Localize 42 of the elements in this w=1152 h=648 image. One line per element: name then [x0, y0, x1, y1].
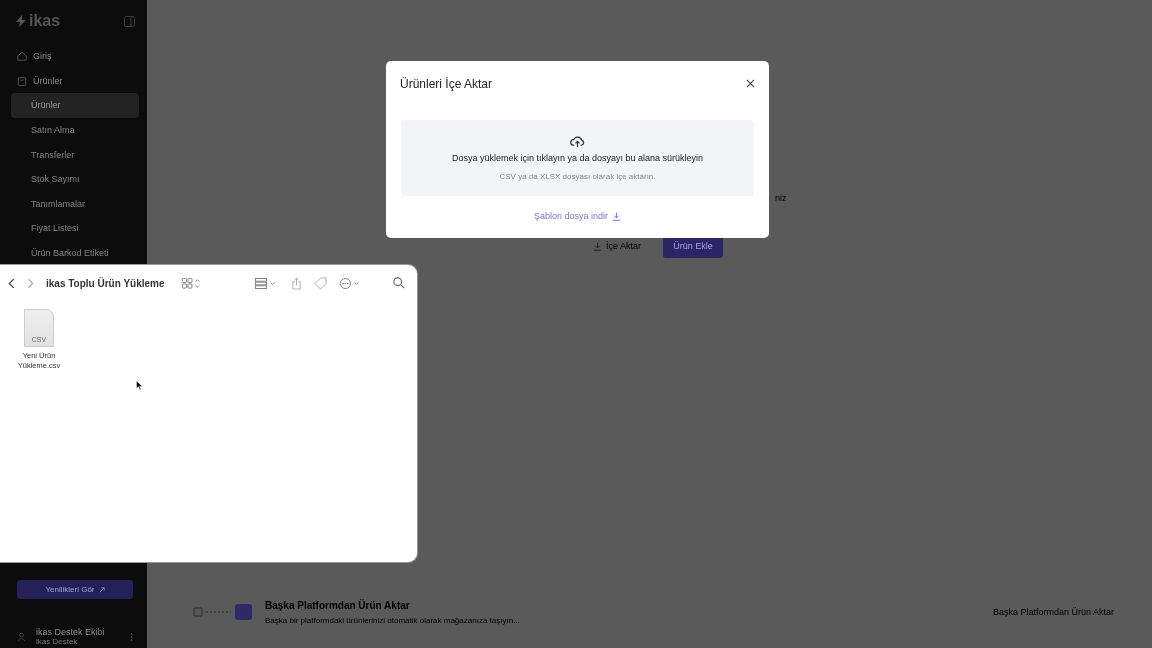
close-icon[interactable] [746, 79, 755, 88]
migration-title: Başka Platformdan Ürün Aktar [265, 599, 411, 611]
share-icon[interactable] [291, 276, 302, 290]
nav-subitem[interactable]: Tanımlamalar [11, 191, 139, 217]
download-icon [612, 211, 622, 221]
nav-item[interactable]: Ürünler [11, 68, 139, 94]
search-icon[interactable] [393, 277, 405, 289]
forward-button[interactable] [27, 277, 34, 289]
nav-subitem[interactable]: Ürünler [11, 93, 139, 118]
migration-drawing [193, 603, 253, 621]
user-name: ikas Destek Ekibi [36, 627, 106, 637]
icon-view-icon[interactable] [180, 277, 203, 289]
bolt-icon [15, 15, 27, 27]
whats-new-button[interactable]: Yenilikleri Gör [17, 580, 133, 599]
nav-subitem[interactable]: Fiyat Listesi [11, 216, 139, 241]
dialog-title: Ürünleri İçe Aktar [400, 76, 493, 91]
cursor-icon [136, 380, 143, 391]
migration-description: Başka bir platformdaki ürünlerinizi otomatik olarak mağazanıza taşıyın... [265, 615, 521, 625]
store-name: ikas Destek [36, 637, 79, 646]
bag-icon [17, 75, 27, 86]
user-icon [17, 632, 26, 641]
nav-subitem[interactable]: Satın Alma [11, 117, 139, 143]
more-icon[interactable] [130, 631, 133, 642]
template-download-link[interactable]: Şablon dosya indir [533, 211, 622, 221]
external-link-icon [98, 586, 105, 593]
nav-item[interactable]: Giriş [11, 44, 139, 69]
dropzone-hint: CSV ya da XLSX dosyası olarak içe aktarın. [499, 172, 656, 181]
import-button[interactable]: İçe Aktar [585, 234, 649, 258]
download-icon [593, 241, 602, 251]
subtitle-text: niz [775, 193, 788, 203]
cloud-upload-icon [570, 135, 585, 148]
home-icon [17, 51, 27, 62]
back-button[interactable] [8, 277, 15, 289]
folder-title: ikas Toplu Ürün Yükleme [46, 277, 165, 289]
dropzone-prompt: Dosya yüklemek için tıklayın ya da dosyayı bu alana sürükleyin [451, 153, 704, 163]
migration-button[interactable]: Başka Platformdan Ürün Aktar [986, 606, 1120, 618]
file-dropzone[interactable]: Dosya yüklemek için tıklayın ya da dosyayı bu alana sürükleyin CSV ya da XLSX dosyası olarak içe aktarın. [401, 120, 754, 196]
sidebar-toggle-icon[interactable] [124, 15, 135, 27]
logo-text: ikas [29, 12, 61, 30]
nav-subitem[interactable]: Transferler [11, 142, 139, 167]
nav-subitem[interactable]: Stok Sayımı [11, 166, 139, 192]
nav-subitem[interactable]: Ürün Barkod Etiketi [11, 240, 139, 266]
